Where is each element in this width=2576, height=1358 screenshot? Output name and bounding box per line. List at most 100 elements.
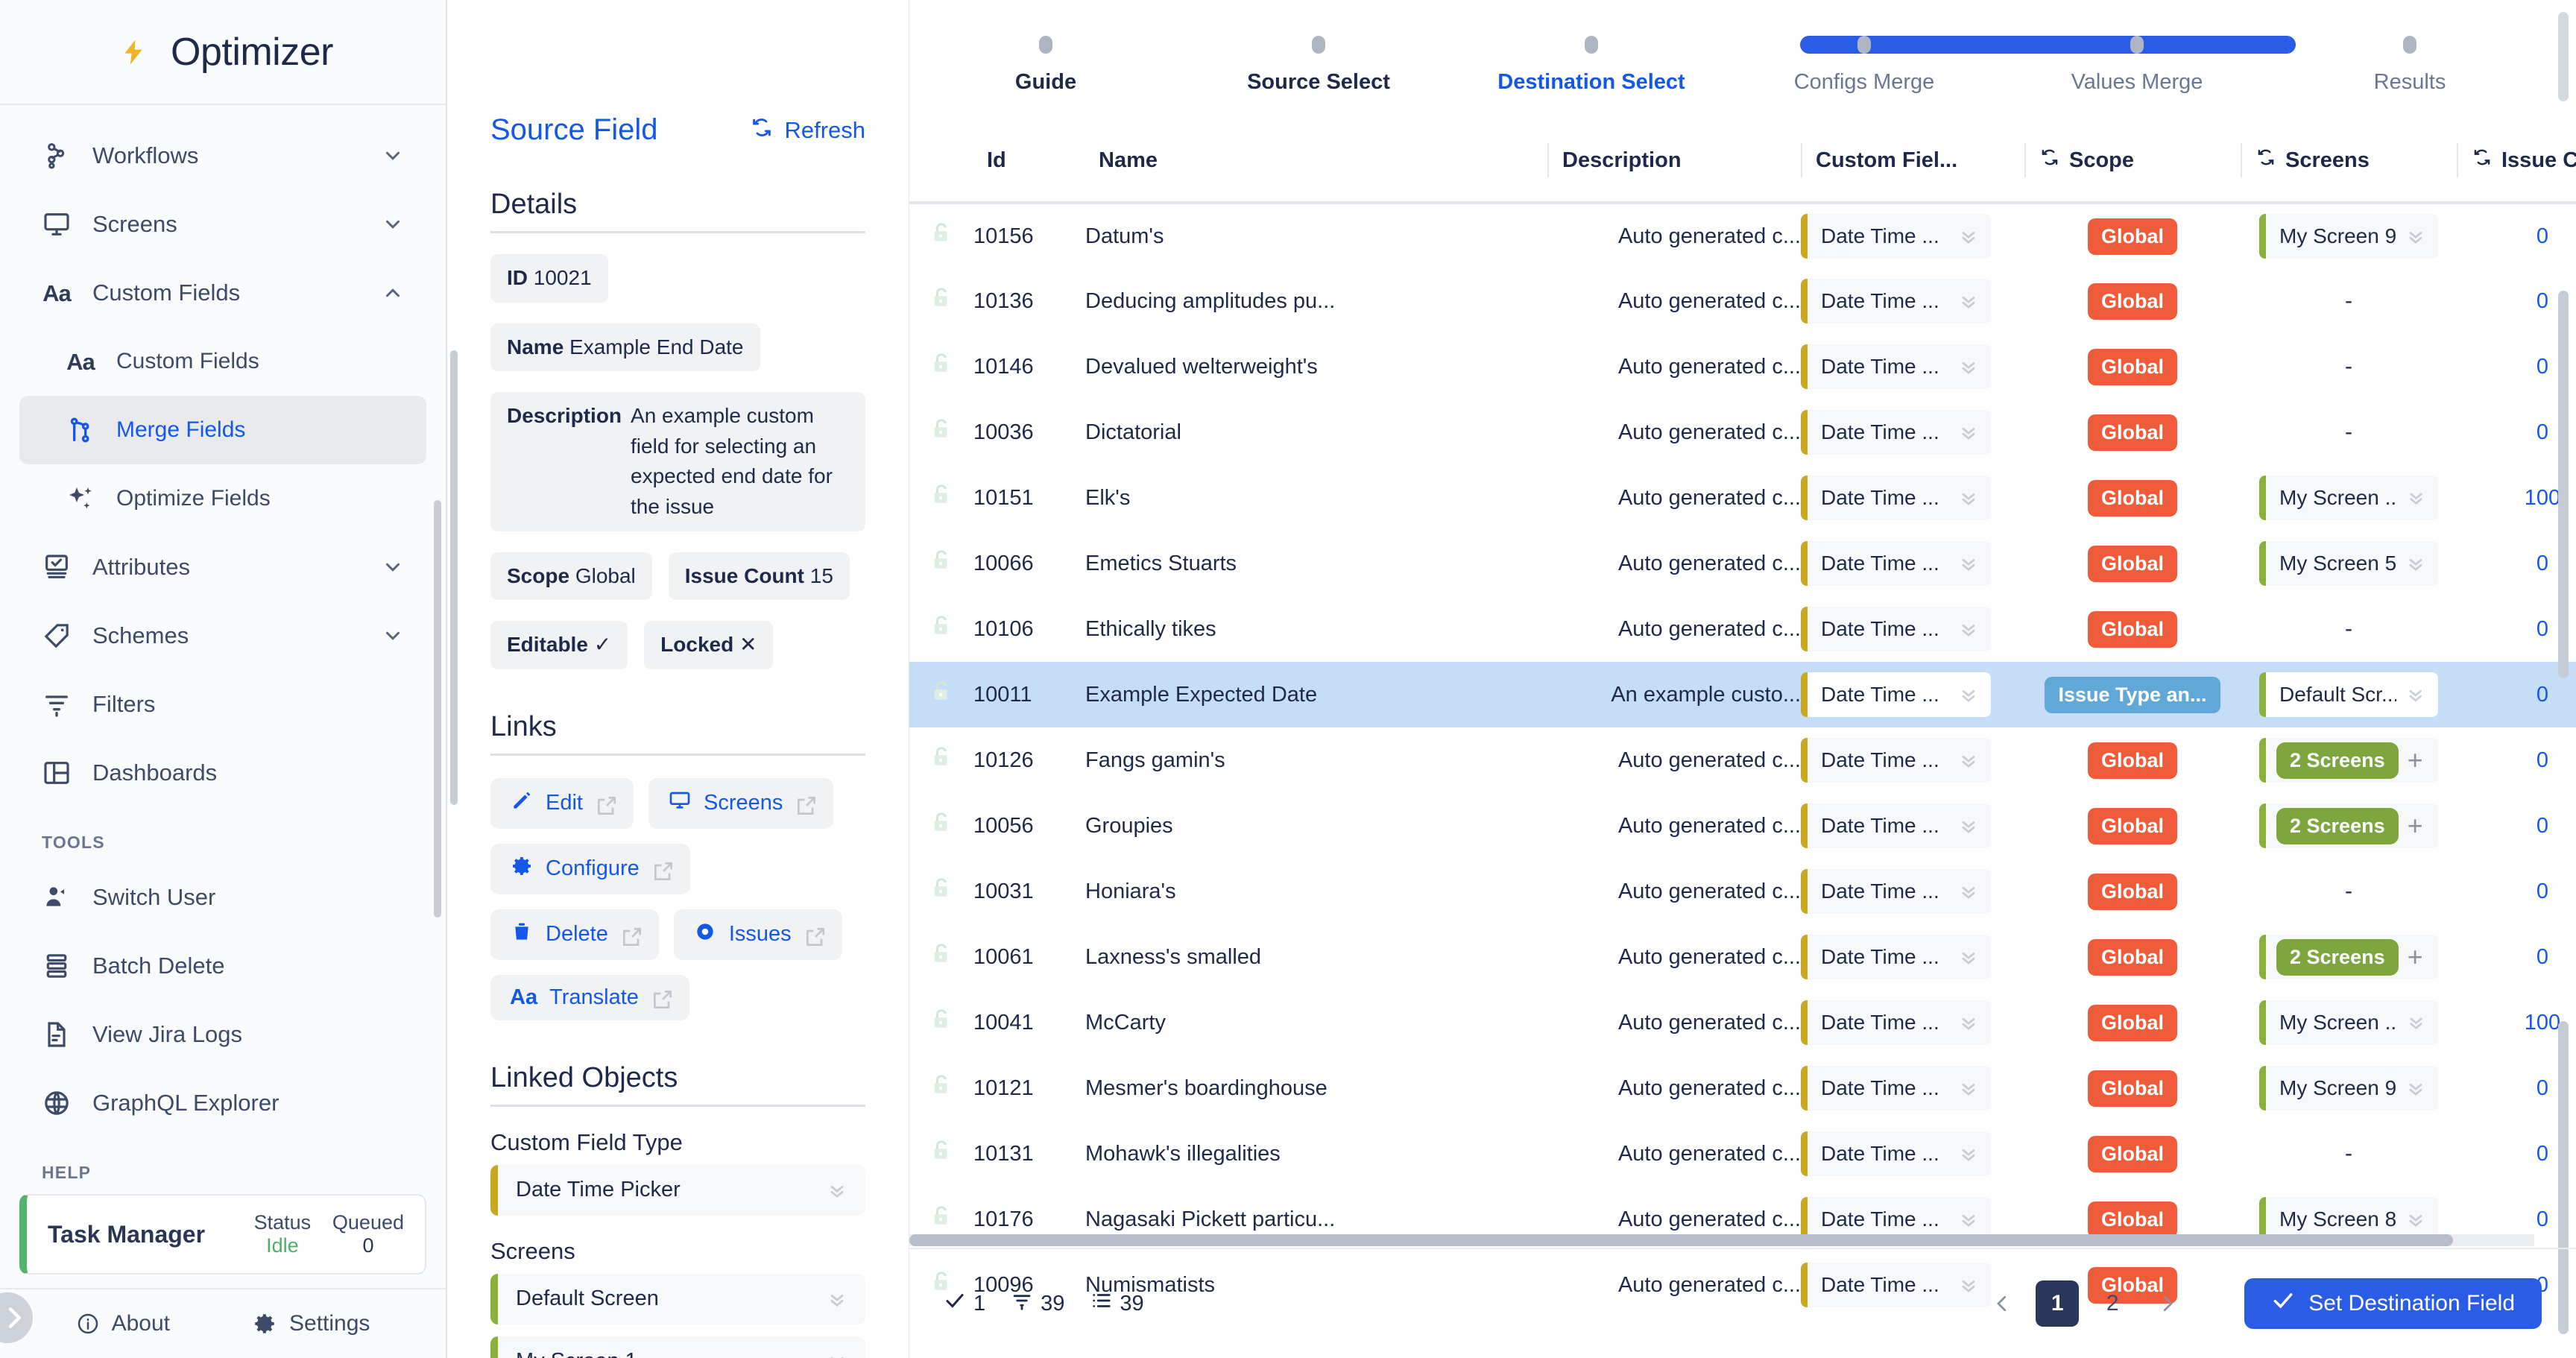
sidebar-item-batch-delete[interactable]: Batch Delete	[19, 932, 426, 1000]
issue-count-link[interactable]: 0	[2536, 814, 2548, 838]
screen-pill[interactable]: Default Scr...	[2259, 672, 2438, 717]
type-pill[interactable]: Date Time ...	[1801, 869, 1991, 914]
about-button[interactable]: About	[76, 1311, 170, 1336]
link-screens-button[interactable]: Screens	[648, 778, 833, 829]
main-scrollbar-top[interactable]	[2558, 12, 2569, 101]
table-row[interactable]: 10061Laxness's smalledAuto generated c..…	[909, 924, 2576, 990]
type-pill[interactable]: Date Time ...	[1801, 1000, 1991, 1045]
issue-count-link[interactable]: 0	[2536, 289, 2548, 313]
refresh-button[interactable]: Refresh	[750, 116, 865, 145]
settings-button[interactable]: Settings	[252, 1311, 370, 1336]
type-pill[interactable]: Date Time ...	[1801, 1131, 1991, 1176]
table-row[interactable]: 10106Ethically tikesAuto generated c...D…	[909, 596, 2576, 662]
issue-count-link[interactable]: 0	[2536, 945, 2548, 969]
type-pill[interactable]: Date Time ...	[1801, 738, 1991, 783]
table-row[interactable]: 10146Devalued welterweight'sAuto generat…	[909, 334, 2576, 399]
issue-count-link[interactable]: 0	[2536, 617, 2548, 641]
issue-count-link[interactable]: 0	[2536, 1142, 2548, 1166]
table-row[interactable]: 10126Fangs gamin'sAuto generated c...Dat…	[909, 727, 2576, 793]
step-configs-merge[interactable]: Configs Merge	[1728, 0, 2001, 95]
issue-count-link[interactable]: 100	[2525, 486, 2560, 510]
table-row[interactable]: 10041McCartyAuto generated c...Date Time…	[909, 990, 2576, 1055]
screen-pill[interactable]: My Screen ...	[2259, 476, 2438, 520]
issue-count-link[interactable]: 0	[2536, 879, 2548, 903]
sidebar-item-graphql-explorer[interactable]: GraphQL Explorer	[19, 1069, 426, 1137]
table-row[interactable]: 10121Mesmer's boardinghouseAuto generate…	[909, 1055, 2576, 1121]
issue-count-link[interactable]: 0	[2536, 224, 2548, 248]
pagination-page-2[interactable]: 2	[2091, 1280, 2134, 1327]
type-pill[interactable]: Date Time ...	[1801, 344, 1991, 389]
col-custom-field-type[interactable]: Custom Fiel...	[1801, 119, 2024, 203]
table-row[interactable]: 10056GroupiesAuto generated c...Date Tim…	[909, 793, 2576, 859]
screens-multi-cell[interactable]: 2 Screens+	[2259, 935, 2438, 979]
set-destination-field-button[interactable]: Set Destination Field	[2244, 1278, 2542, 1329]
add-screen-icon[interactable]: +	[2408, 747, 2423, 774]
sidebar-item-screens[interactable]: Screens	[19, 190, 426, 259]
type-pill[interactable]: Date Time ...	[1801, 541, 1991, 586]
table-row[interactable]: 10031Honiara'sAuto generated c...Date Ti…	[909, 859, 2576, 924]
link-edit-button[interactable]: Edit	[490, 778, 634, 829]
table-row[interactable]: 10151Elk'sAuto generated c...Date Time .…	[909, 465, 2576, 531]
screen-pill[interactable]: My Screen 5	[2259, 541, 2438, 586]
sidebar-item-optimize-fields[interactable]: Optimize Fields	[19, 464, 426, 533]
col-id[interactable]: Id	[973, 119, 1085, 203]
type-pill[interactable]: Date Time ...	[1801, 476, 1991, 520]
type-pill[interactable]: Date Time ...	[1801, 935, 1991, 979]
detail-panel-title[interactable]: Source Field	[490, 113, 658, 147]
sidebar-item-view-jira-logs[interactable]: View Jira Logs	[19, 1000, 426, 1069]
type-pill[interactable]: Date Time ...	[1801, 279, 1991, 323]
sidebar-item-switch-user[interactable]: Switch User	[19, 863, 426, 932]
row-issue-count-cell[interactable]: 0	[2457, 924, 2576, 990]
task-manager-card[interactable]: Task Manager Status Idle Queued 0	[19, 1194, 426, 1275]
step-source-select[interactable]: Source Select	[1182, 0, 1455, 95]
type-pill[interactable]: Date Time ...	[1801, 410, 1991, 455]
step-results[interactable]: Results	[2273, 0, 2546, 95]
pagination-page-1[interactable]: 1	[2036, 1280, 2079, 1327]
table-row[interactable]: 10156Datum'sAuto generated c...Date Time…	[909, 203, 2576, 268]
col-scope[interactable]: Scope	[2024, 119, 2241, 203]
link-issues-button[interactable]: Issues	[674, 909, 842, 960]
table-horizontal-scrollbar[interactable]	[909, 1234, 2534, 1246]
screens-multi-cell[interactable]: 2 Screens+	[2259, 803, 2438, 848]
pagination-next-button[interactable]	[2146, 1280, 2189, 1327]
screens-multi-cell[interactable]: 2 Screens+	[2259, 738, 2438, 783]
link-translate-button[interactable]: Aa Translate	[490, 975, 689, 1020]
type-pill[interactable]: Date Time ...	[1801, 214, 1991, 259]
row-issue-count-cell[interactable]: 0	[2457, 727, 2576, 793]
table-row[interactable]: 10036DictatorialAuto generated c...Date …	[909, 399, 2576, 465]
screen-pill[interactable]: My Screen 9	[2259, 214, 2438, 259]
add-screen-icon[interactable]: +	[2408, 944, 2423, 970]
table-row[interactable]: 10136Deducing amplitudes pu...Auto gener…	[909, 268, 2576, 334]
linked-screen-item[interactable]: Default Screen	[490, 1274, 865, 1324]
link-configure-button[interactable]: Configure	[490, 844, 690, 894]
link-delete-button[interactable]: Delete	[490, 909, 659, 960]
linked-screen-item[interactable]: My Screen 1	[490, 1336, 865, 1358]
add-screen-icon[interactable]: +	[2408, 812, 2423, 839]
issue-count-link[interactable]: 0	[2536, 748, 2548, 772]
issue-count-link[interactable]: 0	[2536, 1207, 2548, 1231]
issue-count-link[interactable]: 100	[2525, 1011, 2560, 1035]
pagination-prev-button[interactable]	[1980, 1280, 2024, 1327]
step-guide[interactable]: Guide	[909, 0, 1182, 95]
issue-count-link[interactable]: 0	[2536, 552, 2548, 575]
table-row[interactable]: 10011Example Expected DateAn example cus…	[909, 662, 2576, 727]
sidebar-item-merge-fields[interactable]: Merge Fields	[19, 396, 426, 464]
issue-count-link[interactable]: 0	[2536, 683, 2548, 707]
sidebar-item-custom-fields[interactable]: Aa Custom Fields	[19, 259, 426, 327]
type-pill[interactable]: Date Time ...	[1801, 803, 1991, 848]
col-screens[interactable]: Screens	[2241, 119, 2457, 203]
issue-count-link[interactable]: 0	[2536, 1076, 2548, 1100]
type-pill[interactable]: Date Time ...	[1801, 607, 1991, 651]
step-values-merge[interactable]: Values Merge	[2001, 0, 2273, 95]
sidebar-item-attributes[interactable]: Attributes	[19, 533, 426, 601]
screen-pill[interactable]: My Screen 9	[2259, 1066, 2438, 1111]
custom-field-type-item[interactable]: Date Time Picker	[490, 1165, 865, 1216]
col-name[interactable]: Name	[1085, 119, 1547, 203]
sidebar-item-custom-fields-sub[interactable]: Aa Custom Fields	[19, 327, 426, 396]
sidebar-item-schemes[interactable]: Schemes	[19, 601, 426, 670]
col-issue-count[interactable]: Issue Count	[2457, 119, 2576, 203]
table-row[interactable]: 10066Emetics StuartsAuto generated c...D…	[909, 531, 2576, 596]
col-description[interactable]: Description	[1547, 119, 1801, 203]
sidebar-item-workflows[interactable]: Workflows	[19, 121, 426, 190]
sidebar-scrollbar[interactable]	[434, 500, 441, 918]
